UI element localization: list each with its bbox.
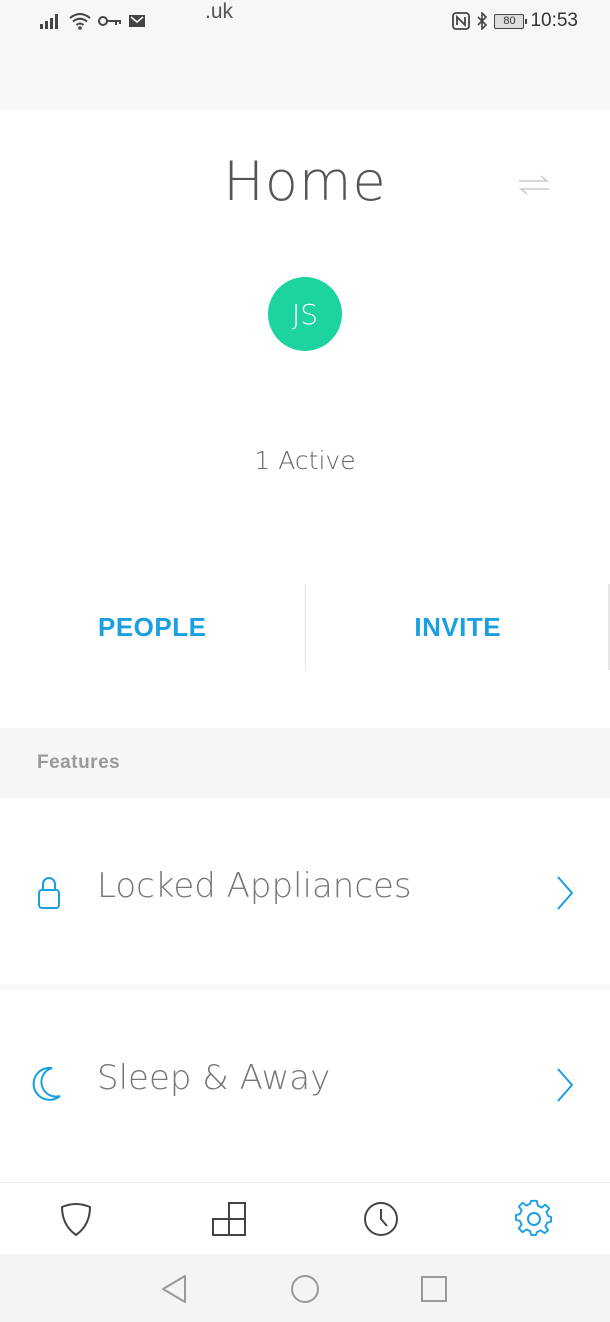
system-nav-bar bbox=[0, 1254, 610, 1322]
people-actions: PEOPLE INVITE bbox=[0, 584, 610, 670]
tab-settings[interactable] bbox=[512, 1197, 556, 1241]
list-item-locked-appliances[interactable]: Locked Appliances bbox=[0, 798, 610, 984]
lock-icon bbox=[38, 877, 60, 909]
switch-home-icon[interactable] bbox=[517, 172, 551, 198]
status-icons-left bbox=[40, 10, 146, 32]
tab-shield[interactable] bbox=[54, 1197, 98, 1241]
rooms-icon bbox=[212, 1202, 246, 1236]
people-button[interactable]: PEOPLE bbox=[0, 584, 305, 670]
key-icon bbox=[98, 16, 121, 26]
status-icons-right: 80 10:53 bbox=[452, 10, 578, 32]
recents-icon[interactable] bbox=[417, 1272, 451, 1306]
clock-icon bbox=[364, 1202, 398, 1236]
bluetooth-icon bbox=[477, 12, 488, 30]
chevron-right-icon bbox=[557, 1068, 574, 1102]
avatar[interactable]: JS bbox=[268, 277, 342, 351]
signal-icon bbox=[40, 14, 58, 29]
nfc-icon bbox=[452, 12, 471, 30]
tab-history[interactable] bbox=[359, 1197, 403, 1241]
status-bar: .uk 80 10:53 bbox=[0, 0, 610, 110]
tab-bar bbox=[0, 1182, 610, 1254]
invite-button[interactable]: INVITE bbox=[306, 584, 610, 670]
gear-icon bbox=[515, 1199, 553, 1237]
active-count: 1 Active bbox=[254, 446, 356, 475]
features-section-header: Features bbox=[0, 728, 610, 798]
features-section-label: Features bbox=[37, 752, 121, 773]
battery-indicator: 80 bbox=[494, 13, 528, 29]
clock-time: 10:53 bbox=[530, 10, 578, 31]
tab-rooms[interactable] bbox=[207, 1197, 251, 1241]
moon-icon bbox=[32, 1066, 61, 1101]
list-item-label: Sleep & Away bbox=[97, 1058, 331, 1098]
back-icon[interactable] bbox=[157, 1272, 191, 1306]
list-item-sleep-away[interactable]: Sleep & Away bbox=[0, 990, 610, 1180]
avatar-initials: JS bbox=[291, 297, 319, 331]
shield-icon bbox=[61, 1203, 91, 1236]
mail-icon bbox=[129, 15, 145, 27]
wifi-icon bbox=[69, 13, 91, 30]
home-icon[interactable] bbox=[288, 1272, 322, 1306]
list-item-label: Locked Appliances bbox=[97, 866, 412, 906]
carrier-text: .uk bbox=[205, 0, 234, 23]
chevron-right-icon bbox=[557, 876, 574, 910]
